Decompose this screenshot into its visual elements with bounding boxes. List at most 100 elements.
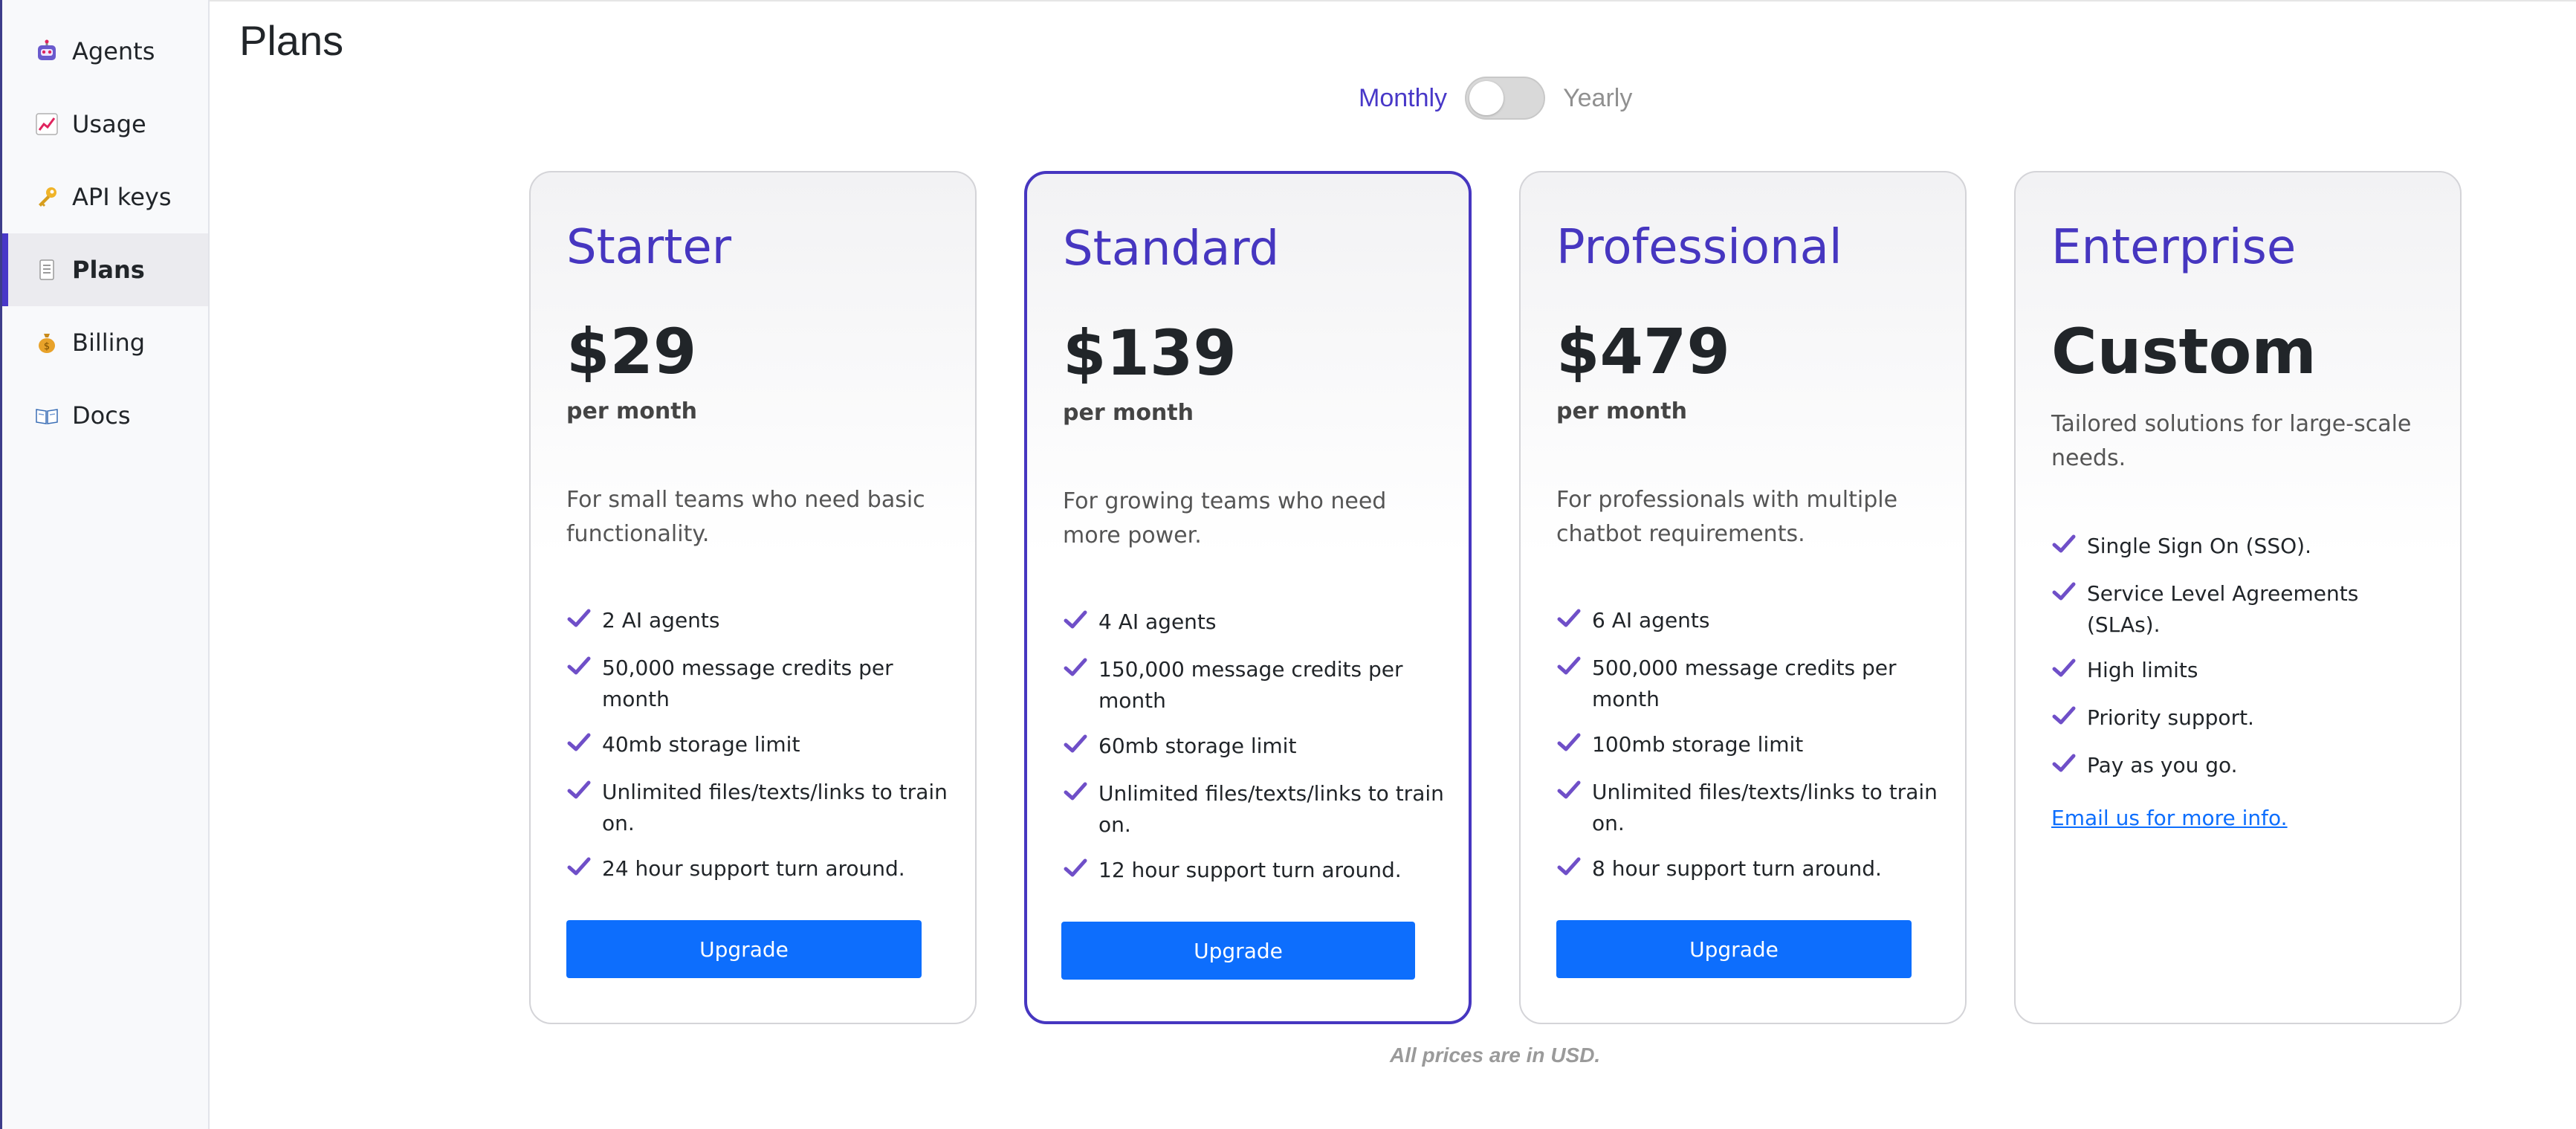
feature-item: Unlimited files/texts/links to train on. <box>1063 778 1449 841</box>
feature-text: High limits <box>2087 658 2198 682</box>
check-icon <box>566 779 593 810</box>
plan-name: Professional <box>1556 220 1842 275</box>
feature-text: 6 AI agents <box>1592 608 1710 633</box>
open-book-icon <box>33 402 60 429</box>
check-icon <box>2051 657 2078 688</box>
plan-description: For professionals with multiple chatbot … <box>1556 487 1898 547</box>
check-icon <box>566 731 593 763</box>
plan-card-enterprise: Enterprise Custom Tailored solutions for… <box>2014 171 2462 1024</box>
feature-text: 8 hour support turn around. <box>1592 856 1882 881</box>
feature-text: Single Sign On (SSO). <box>2087 534 2311 558</box>
plan-description: For growing teams who need more power. <box>1063 488 1387 549</box>
feature-item: 6 AI agents <box>1556 605 1943 638</box>
feature-text: 2 AI agents <box>602 608 720 633</box>
check-icon <box>2051 705 2078 736</box>
check-icon <box>1556 655 1583 686</box>
monthly-label[interactable]: Monthly <box>1359 84 1447 113</box>
check-icon <box>1063 857 1090 888</box>
feature-text: 4 AI agents <box>1098 609 1217 634</box>
check-icon <box>1556 607 1583 638</box>
sidebar-item-docs[interactable]: Docs <box>2 379 208 452</box>
feature-text: 50,000 message credits per month <box>602 656 893 711</box>
feature-list: 6 AI agents 500,000 message credits per … <box>1556 605 1943 901</box>
feature-item: Unlimited files/texts/links to train on. <box>1556 777 1943 839</box>
check-icon <box>2051 580 2078 612</box>
feature-text: 60mb storage limit <box>1098 734 1297 758</box>
sidebar-item-agents[interactable]: Agents <box>2 15 208 88</box>
feature-item: Pay as you go. <box>2051 750 2438 783</box>
check-icon <box>2051 533 2078 564</box>
feature-text: 100mb storage limit <box>1592 732 1804 757</box>
sidebar-item-label: API keys <box>72 183 172 211</box>
check-icon <box>566 655 593 686</box>
yearly-label[interactable]: Yearly <box>1563 84 1632 113</box>
feature-list: 4 AI agents 150,000 message credits per … <box>1063 606 1449 902</box>
check-icon <box>1063 733 1090 764</box>
check-icon <box>1556 779 1583 810</box>
plan-description: Tailored solutions for large-scale needs… <box>2051 411 2412 471</box>
upgrade-button-standard[interactable]: Upgrade <box>1061 922 1415 980</box>
money-bag-icon: $ <box>33 329 60 356</box>
check-icon <box>1063 656 1090 688</box>
top-divider <box>210 0 2576 1</box>
feature-item: 2 AI agents <box>566 605 953 638</box>
sidebar-item-label: Agents <box>72 37 155 65</box>
feature-item: 100mb storage limit <box>1556 729 1943 763</box>
sidebar-item-label: Docs <box>72 401 131 430</box>
check-icon <box>566 855 593 887</box>
plan-period: per month <box>1556 398 1687 424</box>
sidebar-item-label: Usage <box>72 110 146 138</box>
chart-increasing-icon <box>33 111 60 138</box>
plan-period: per month <box>566 398 697 424</box>
feature-text: Service Level Agreements (SLAs). <box>2087 581 2359 637</box>
currency-footnote: All prices are in USD. <box>1390 1044 1601 1067</box>
plan-name: Standard <box>1063 221 1280 276</box>
feature-text: 12 hour support turn around. <box>1098 858 1402 882</box>
plan-period: per month <box>1063 400 1194 426</box>
feature-text: 24 hour support turn around. <box>602 856 905 881</box>
check-icon <box>1556 855 1583 887</box>
feature-text: Unlimited files/texts/links to train on. <box>1098 781 1444 837</box>
plan-name: Enterprise <box>2051 220 2297 275</box>
feature-item: 12 hour support turn around. <box>1063 855 1449 888</box>
feature-item: 60mb storage limit <box>1063 731 1449 764</box>
key-icon <box>33 184 60 210</box>
sidebar-item-api-keys[interactable]: API keys <box>2 161 208 233</box>
feature-item: Service Level Agreements (SLAs). <box>2051 578 2438 641</box>
feature-item: 4 AI agents <box>1063 606 1449 640</box>
sidebar-item-usage[interactable]: Usage <box>2 88 208 161</box>
billing-period-switch[interactable] <box>1465 77 1546 120</box>
feature-item: Single Sign On (SSO). <box>2051 531 2438 564</box>
feature-text: 150,000 message credits per month <box>1098 657 1403 713</box>
feature-list: Single Sign On (SSO). Service Level Agre… <box>2051 531 2438 798</box>
feature-text: 500,000 message credits per month <box>1592 656 1897 711</box>
sidebar-item-label: Plans <box>72 256 145 284</box>
feature-item: 8 hour support turn around. <box>1556 853 1943 887</box>
feature-item: 40mb storage limit <box>566 729 953 763</box>
email-us-link[interactable]: Email us for more info. <box>2051 806 2288 830</box>
feature-item: 50,000 message credits per month <box>566 653 953 715</box>
page-icon <box>33 256 60 283</box>
plan-name: Starter <box>566 220 732 275</box>
check-icon <box>1063 780 1090 812</box>
robot-icon <box>33 38 60 65</box>
billing-period-toggle: Monthly Yearly <box>1359 74 1632 122</box>
sidebar-item-billing[interactable]: $ Billing <box>2 306 208 379</box>
check-icon <box>2051 752 2078 783</box>
feature-text: Unlimited files/texts/links to train on. <box>602 780 948 835</box>
upgrade-button-starter[interactable]: Upgrade <box>566 920 922 978</box>
plan-card-professional: Professional $479 per month For professi… <box>1519 171 1967 1024</box>
page-title: Plans <box>239 17 344 64</box>
upgrade-button-professional[interactable]: Upgrade <box>1556 920 1912 978</box>
feature-item: 500,000 message credits per month <box>1556 653 1943 715</box>
plan-price: Custom <box>2051 315 2317 388</box>
feature-item: Priority support. <box>2051 702 2438 736</box>
feature-text: 40mb storage limit <box>602 732 800 757</box>
plan-card-standard: Standard $139 per month For growing team… <box>1024 171 1472 1024</box>
sidebar: Agents Usage API keys Plans $ Billing Do… <box>0 0 210 1129</box>
switch-knob <box>1469 81 1504 115</box>
feature-item: 150,000 message credits per month <box>1063 654 1449 716</box>
feature-text: Pay as you go. <box>2087 753 2238 777</box>
svg-text:$: $ <box>44 341 50 352</box>
sidebar-item-plans[interactable]: Plans <box>2 233 208 306</box>
